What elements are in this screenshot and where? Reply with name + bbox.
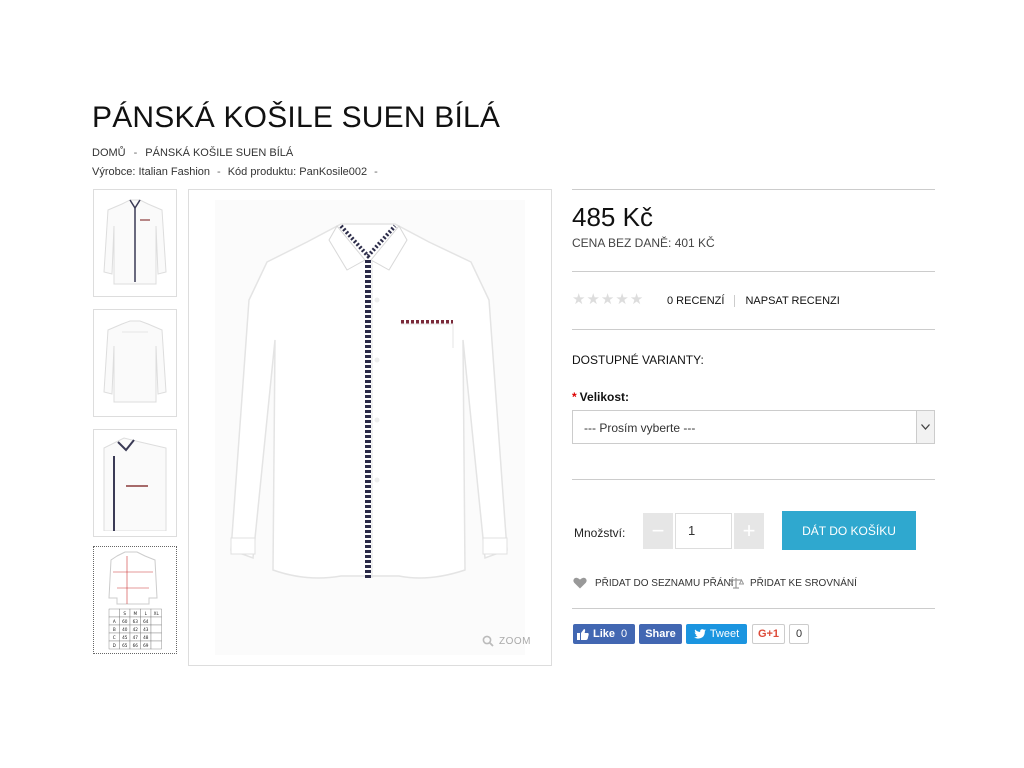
size-table-cell: B [113,627,116,632]
shirt-front-thumbnail [103,199,167,284]
quantity-increase-button[interactable]: + [734,513,764,549]
scale-icon [728,578,744,589]
size-table-cell: 63 [133,619,139,624]
variants-heading: DOSTUPNÉ VARIANTY: [572,353,704,367]
main-product-image[interactable]: ZOOM [188,189,552,666]
divider [572,189,935,190]
size-table-header: M [133,611,137,616]
size-label: * Velikost: [572,390,629,404]
thumbnail-2[interactable] [93,309,177,417]
size-table-cell: 48 [143,635,149,640]
manufacturer-link[interactable]: Italian Fashion [138,166,210,178]
compare-label: PŘIDAT KE SROVNÁNÍ [750,577,857,589]
size-table: S M L XLA 60 63 64B 40 42 43C 45 47 48D 65 66 69 [108,608,162,650]
size-table-cell: 40 [122,627,128,632]
thumbs-up-icon [577,628,589,640]
size-table-cell: 64 [143,619,149,624]
reviews-bar: 0 RECENZÍ NAPSAT RECENZI [667,295,840,308]
size-table-cell: 69 [143,643,149,648]
size-table-cell: 66 [133,643,139,648]
page-title: PÁNSKÁ KOŠILE SUEN BÍLÁ [92,101,501,134]
facebook-share-button[interactable]: Share [639,624,682,644]
star-icon: ★ [572,291,586,308]
thumbnail-1[interactable] [93,189,177,297]
write-review-link[interactable]: NAPSAT RECENZI [745,295,839,307]
facebook-like-button[interactable]: Like 0 [573,624,635,644]
google-plus-button[interactable]: G+1 [752,624,785,644]
product-code-label: Kód produktu: [227,166,297,178]
size-table-header: S [123,611,126,616]
product-meta: Výrobce: Italian Fashion - Kód produktu: P… [92,166,378,178]
size-label-text: Velikost: [579,390,630,404]
size-table-cell: 60 [122,619,128,624]
breadcrumb-current[interactable]: PÁNSKÁ KOŠILE SUEN BÍLÁ [145,147,293,159]
magnifier-icon [482,635,494,647]
rating-stars: ★ ★ ★ ★ ★ [572,292,643,307]
quantity-label: Množství: [574,526,626,540]
size-select[interactable]: --- Prosím vyberte --- [572,410,935,444]
breadcrumb-home[interactable]: DOMŮ [92,147,126,159]
size-table-header: XL [154,611,160,616]
price-excl-tax: CENA BEZ DANĚ: 401 KČ [572,236,715,250]
zoom-label: ZOOM [499,635,531,647]
divider [572,329,935,330]
divider [572,271,935,272]
tweet-label: Tweet [709,628,740,640]
size-table-cell: 45 [122,635,128,640]
size-table-cell: 65 [122,643,128,648]
star-icon: ★ [586,291,600,308]
manufacturer-label: Výrobce: [92,166,136,178]
shirt-image [215,200,525,655]
zoom-hint[interactable]: ZOOM [482,635,531,647]
wishlist-label: PŘIDAT DO SEZNAMU PŘÁNÍ [595,577,734,589]
breadcrumb: DOMŮ - PÁNSKÁ KOŠILE SUEN BÍLÁ [92,147,293,159]
add-to-cart-button[interactable]: DÁT DO KOŠÍKU [782,511,916,550]
divider [572,608,935,609]
separator [734,295,736,308]
size-select-value: --- Prosím vyberte --- [584,421,696,435]
facebook-like-label: Like [593,628,616,640]
size-table-cell: C [113,635,116,640]
required-mark: * [572,390,577,404]
breadcrumb-separator: - [133,147,138,159]
thumbnail-4-size-chart[interactable]: S M L XL A 60 63 64 B 40 42 43 C 45 47 48 D 65 66 69 [93,546,177,654]
star-icon: ★ [615,291,629,308]
price: 485 Kč [572,202,653,232]
reviews-link[interactable]: 0 RECENZÍ [667,295,724,307]
divider [572,479,935,480]
facebook-like-count: 0 [621,628,628,640]
heart-icon [573,577,587,589]
shirt-detail-thumbnail [103,436,167,531]
compare-link[interactable]: PŘIDAT KE SROVNÁNÍ [728,577,857,589]
chevron-down-icon[interactable] [916,411,934,443]
size-table-cell: D [113,643,116,648]
size-table-cell: A [113,619,116,624]
size-chart-thumbnail: S M L XLA 60 63 64B 40 42 43C 45 47 48D 65 66 69 [108,551,162,650]
google-plus-count: 0 [789,624,809,644]
size-table-cell: 47 [133,635,139,640]
star-icon: ★ [629,291,644,308]
product-code: PanKosile002 [299,166,368,178]
quantity-input[interactable]: 1 [675,513,732,549]
thumbnail-3[interactable] [93,429,177,537]
twitter-bird-icon [693,629,706,639]
shirt-back-thumbnail [103,320,167,402]
tweet-button[interactable]: Tweet [686,624,747,644]
wishlist-link[interactable]: PŘIDAT DO SEZNAMU PŘÁNÍ [573,577,734,589]
star-icon: ★ [600,291,615,308]
quantity-decrease-button[interactable]: − [643,513,673,549]
size-table-cell: 43 [143,627,149,632]
size-table-cell: 42 [133,627,139,632]
